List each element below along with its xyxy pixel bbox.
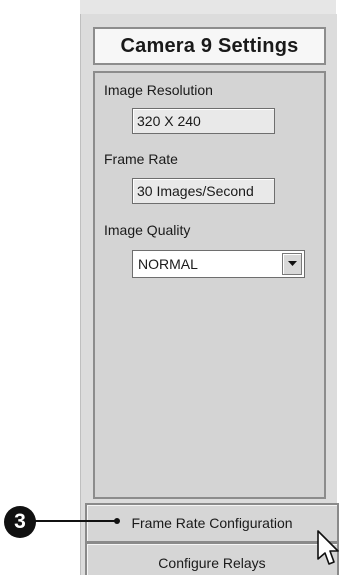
mouse-pointer-icon bbox=[317, 530, 339, 565]
image-quality-value: NORMAL bbox=[138, 256, 198, 272]
camera-settings-panel: Camera 9 Settings Image Resolution 320 X… bbox=[80, 14, 339, 575]
settings-group: Image Resolution 320 X 240 Frame Rate 30… bbox=[93, 71, 326, 499]
screen: Camera 9 Settings Image Resolution 320 X… bbox=[0, 0, 341, 575]
frame-rate-field: 30 Images/Second bbox=[132, 178, 275, 204]
frame-rate-label: Frame Rate bbox=[104, 151, 178, 167]
frame-rate-configuration-button[interactable]: Frame Rate Configuration bbox=[85, 503, 339, 543]
chevron-down-glyph bbox=[287, 261, 297, 266]
image-quality-label: Image Quality bbox=[104, 222, 191, 238]
top-strip bbox=[80, 0, 336, 15]
callout-tip bbox=[114, 518, 120, 524]
callout-line bbox=[35, 520, 117, 522]
image-resolution-field: 320 X 240 bbox=[132, 108, 275, 134]
image-quality-select[interactable]: NORMAL bbox=[132, 250, 305, 278]
chevron-down-icon[interactable] bbox=[282, 253, 302, 275]
panel-title: Camera 9 Settings bbox=[93, 27, 326, 65]
configure-relays-button[interactable]: Configure Relays bbox=[85, 542, 339, 575]
callout-number-badge: 3 bbox=[4, 506, 36, 538]
image-resolution-label: Image Resolution bbox=[104, 82, 213, 98]
